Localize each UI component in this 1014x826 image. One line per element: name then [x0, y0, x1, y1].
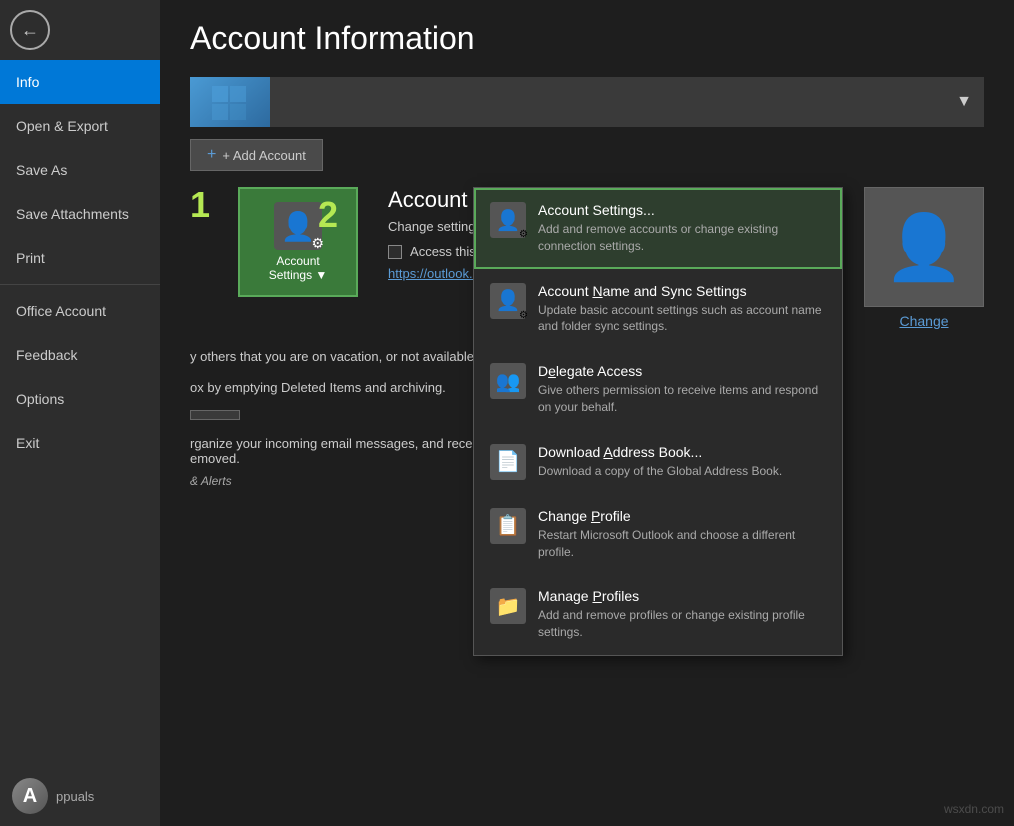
name-sync-icon: 👤 ⚙	[490, 283, 526, 319]
sidebar-label-open-export: Open & Export	[16, 118, 108, 134]
dropdown-item-delegate-title: Delegate Access	[538, 363, 826, 379]
dropdown-item-name-sync-title: Account Name and Sync Settings	[538, 283, 826, 299]
dropdown-item-delegate-content: Delegate Access Give others permission t…	[538, 363, 826, 416]
person-icon: 👤	[281, 210, 316, 243]
add-icon: +	[207, 146, 216, 164]
dropdown-item-name-sync-desc: Update basic account settings such as ac…	[538, 302, 826, 336]
step-2-label: 2	[318, 197, 338, 233]
sidebar-item-save-as[interactable]: Save As	[0, 148, 160, 192]
delegate-icon: 👥	[490, 363, 526, 399]
account-bar-icon	[190, 77, 270, 127]
dropdown-item-change-profile-title: Change Profile	[538, 508, 826, 524]
dropdown-item-address-book-content: Download Address Book... Download a copy…	[538, 444, 826, 480]
manage-profiles-icon: 📁	[490, 588, 526, 624]
change-profile-icon: 📋	[490, 508, 526, 544]
account-dropdown-bar[interactable]: ▼	[190, 77, 984, 127]
dropdown-item-account-settings-content: Account Settings... Add and remove accou…	[538, 202, 826, 255]
logo-icon: A	[12, 778, 48, 814]
page-title: Account Information	[190, 20, 984, 57]
gear-icon: ⚙	[311, 235, 324, 252]
sidebar: ← Info Open & Export Save As Save Attach…	[0, 0, 160, 826]
dropdown-item-change-profile-desc: Restart Microsoft Outlook and choose a d…	[538, 527, 826, 561]
account-bar-center	[270, 77, 944, 127]
change-avatar-link[interactable]: Change	[899, 313, 948, 329]
sidebar-item-save-attachments[interactable]: Save Attachments	[0, 192, 160, 236]
dropdown-item-account-settings-desc: Add and remove accounts or change existi…	[538, 221, 826, 255]
acct-settings-btn-label: AccountSettings ▼	[269, 254, 328, 282]
avatar-section: 👤 Change	[864, 187, 984, 329]
dropdown-item-manage-profiles-desc: Add and remove profiles or change existi…	[538, 607, 826, 641]
empty-inbox-button[interactable]	[190, 410, 240, 420]
add-account-label: + Add Account	[222, 148, 305, 163]
sidebar-item-open-export[interactable]: Open & Export	[0, 104, 160, 148]
dropdown-menu: 👤 ⚙ Account Settings... Add and remove a…	[473, 187, 843, 656]
sidebar-item-options[interactable]: Options	[0, 377, 160, 421]
dropdown-item-change-profile-content: Change Profile Restart Microsoft Outlook…	[538, 508, 826, 561]
sidebar-label-save-as: Save As	[16, 162, 67, 178]
logo-text: ppuals	[56, 789, 94, 804]
dropdown-item-name-sync-content: Account Name and Sync Settings Update ba…	[538, 283, 826, 336]
dropdown-item-delegate[interactable]: 👥 Delegate Access Give others permission…	[474, 349, 842, 430]
settings-section: 1 👤 ⚙ AccountSettings ▼ Account Settings…	[190, 187, 984, 329]
sidebar-item-office-account[interactable]: Office Account	[0, 289, 160, 333]
sidebar-label-print: Print	[16, 250, 45, 266]
sidebar-item-feedback[interactable]: Feedback	[0, 333, 160, 377]
dropdown-item-delegate-desc: Give others permission to receive items …	[538, 382, 826, 416]
dropdown-item-address-book[interactable]: 📄 Download Address Book... Download a co…	[474, 430, 842, 494]
sidebar-label-info: Info	[16, 74, 39, 90]
dropdown-item-address-book-title: Download Address Book...	[538, 444, 826, 460]
dropdown-item-manage-profiles-title: Manage Profiles	[538, 588, 826, 604]
avatar: 👤	[864, 187, 984, 307]
step-1-label: 1	[190, 187, 210, 223]
dropdown-item-manage-profiles-content: Manage Profiles Add and remove profiles …	[538, 588, 826, 641]
dropdown-item-manage-profiles[interactable]: 📁 Manage Profiles Add and remove profile…	[474, 574, 842, 655]
sidebar-label-save-attachments: Save Attachments	[16, 206, 129, 222]
avatar-person-icon: 👤	[884, 210, 964, 285]
address-book-icon: 📄	[490, 444, 526, 480]
sidebar-item-print[interactable]: Print	[0, 236, 160, 280]
watermark: wsxdn.com	[944, 802, 1004, 816]
access-web-checkbox[interactable]	[388, 245, 402, 259]
dropdown-item-name-sync[interactable]: 👤 ⚙ Account Name and Sync Settings Updat…	[474, 269, 842, 350]
sidebar-label-office-account: Office Account	[16, 303, 106, 319]
dropdown-item-address-book-desc: Download a copy of the Global Address Bo…	[538, 463, 826, 480]
back-icon: ←	[10, 10, 50, 50]
account-settings-icon: 👤 ⚙	[274, 202, 322, 250]
sidebar-label-exit: Exit	[16, 435, 39, 451]
app-logo: A ppuals	[0, 766, 160, 826]
main-content: Account Information ▼ + + Add Account 1 …	[160, 0, 1014, 826]
sidebar-divider	[0, 284, 160, 285]
sidebar-item-exit[interactable]: Exit	[0, 421, 160, 465]
dropdown-item-change-profile[interactable]: 📋 Change Profile Restart Microsoft Outlo…	[474, 494, 842, 575]
back-button[interactable]: ←	[0, 0, 60, 60]
dropdown-arrow-icon[interactable]: ▼	[944, 77, 984, 127]
dropdown-item-account-settings[interactable]: 👤 ⚙ Account Settings... Add and remove a…	[474, 188, 842, 269]
sidebar-item-info[interactable]: Info	[0, 60, 160, 104]
sidebar-label-options: Options	[16, 391, 64, 407]
add-account-button[interactable]: + + Add Account	[190, 139, 323, 171]
account-settings-menu-icon: 👤 ⚙	[490, 202, 526, 238]
dropdown-item-account-settings-title: Account Settings...	[538, 202, 826, 218]
sidebar-label-feedback: Feedback	[16, 347, 77, 363]
